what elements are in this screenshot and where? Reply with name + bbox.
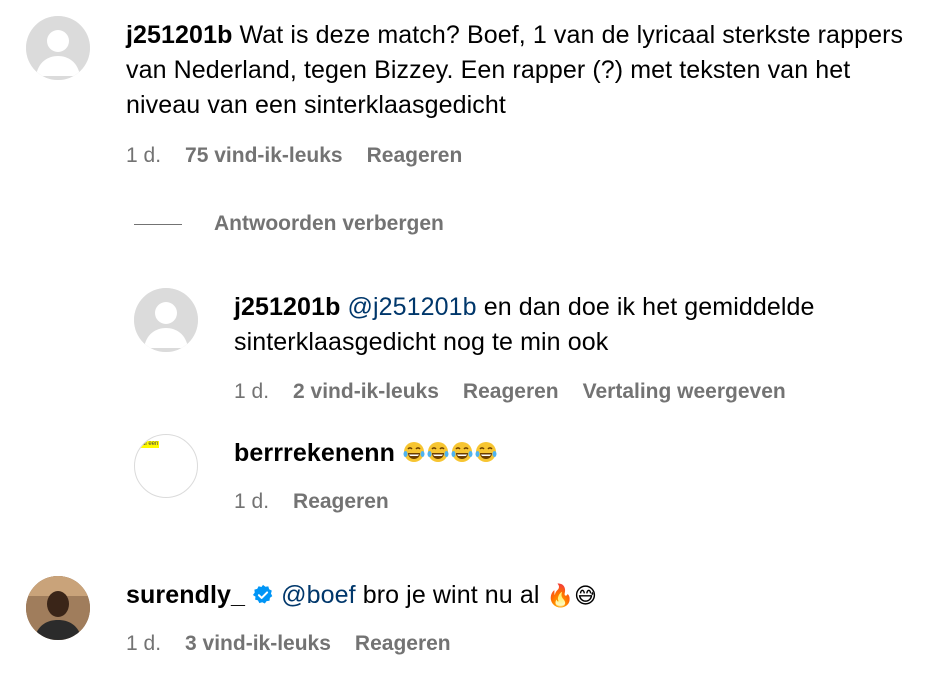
avatar-text: al een (141, 441, 160, 448)
reply-username[interactable]: j251201b (234, 293, 340, 321)
reply-button[interactable]: Reageren (367, 144, 463, 168)
comment-body: j251201b Wat is deze match? Boef, 1 van … (126, 18, 926, 123)
reply-time[interactable]: 1 d. (234, 490, 269, 514)
comment-meta: 1 d. 3 vind-ik-leuks Reageren (126, 632, 451, 656)
verified-badge-icon (252, 584, 273, 604)
comment-time[interactable]: 1 d. (126, 632, 161, 656)
translate-button[interactable]: Vertaling weergeven (583, 380, 786, 404)
avatar[interactable]: al een (134, 434, 198, 498)
comment-text: bro je wint nu al (355, 581, 547, 609)
reply-body: j251201b @j251201b en dan doe ik het gem… (234, 290, 924, 360)
fire-sweat-emoji: 🔥😅 (546, 584, 598, 609)
comment-text: Wat is deze match? Boef, 1 van de lyrica… (126, 21, 904, 119)
laughing-tears-icon (427, 442, 449, 462)
hide-replies-button[interactable]: Antwoorden verbergen (134, 212, 444, 236)
laughing-tears-icon (403, 442, 425, 462)
comment-username[interactable]: surendly_ (126, 581, 245, 609)
laughing-tears-emoji (402, 439, 498, 467)
avatar[interactable] (26, 16, 90, 80)
likes-count[interactable]: 2 vind-ik-leuks (293, 380, 439, 404)
hide-replies-label: Antwoorden verbergen (214, 212, 444, 235)
avatar[interactable] (134, 288, 198, 352)
default-avatar-icon (26, 16, 90, 80)
reply-meta: 1 d. Reageren (234, 490, 389, 514)
profile-photo-icon (26, 576, 90, 640)
default-avatar-icon (134, 288, 198, 352)
reply-button[interactable]: Reageren (355, 632, 451, 656)
laughing-tears-icon (475, 442, 497, 462)
comment-time[interactable]: 1 d. (126, 144, 161, 168)
likes-count[interactable]: 3 vind-ik-leuks (185, 632, 331, 656)
reply-meta: 1 d. 2 vind-ik-leuks Reageren Vertaling … (234, 380, 786, 404)
mention-link[interactable]: @j251201b (348, 293, 477, 321)
comment-body: surendly_ @boef bro je wint nu al 🔥😅 (126, 578, 926, 614)
comment-meta: 1 d. 75 vind-ik-leuks Reageren (126, 144, 462, 168)
likes-count[interactable]: 75 vind-ik-leuks (185, 144, 343, 168)
avatar[interactable] (26, 576, 90, 640)
reply-body: berrrekenenn (234, 436, 924, 471)
reply-username[interactable]: berrrekenenn (234, 439, 395, 467)
mention-link[interactable]: @boef (281, 581, 356, 609)
divider (134, 223, 182, 225)
comment-username[interactable]: j251201b (126, 21, 232, 49)
reply-button[interactable]: Reageren (463, 380, 559, 404)
laughing-tears-icon (451, 442, 473, 462)
reply-button[interactable]: Reageren (293, 490, 389, 514)
reply-time[interactable]: 1 d. (234, 380, 269, 404)
